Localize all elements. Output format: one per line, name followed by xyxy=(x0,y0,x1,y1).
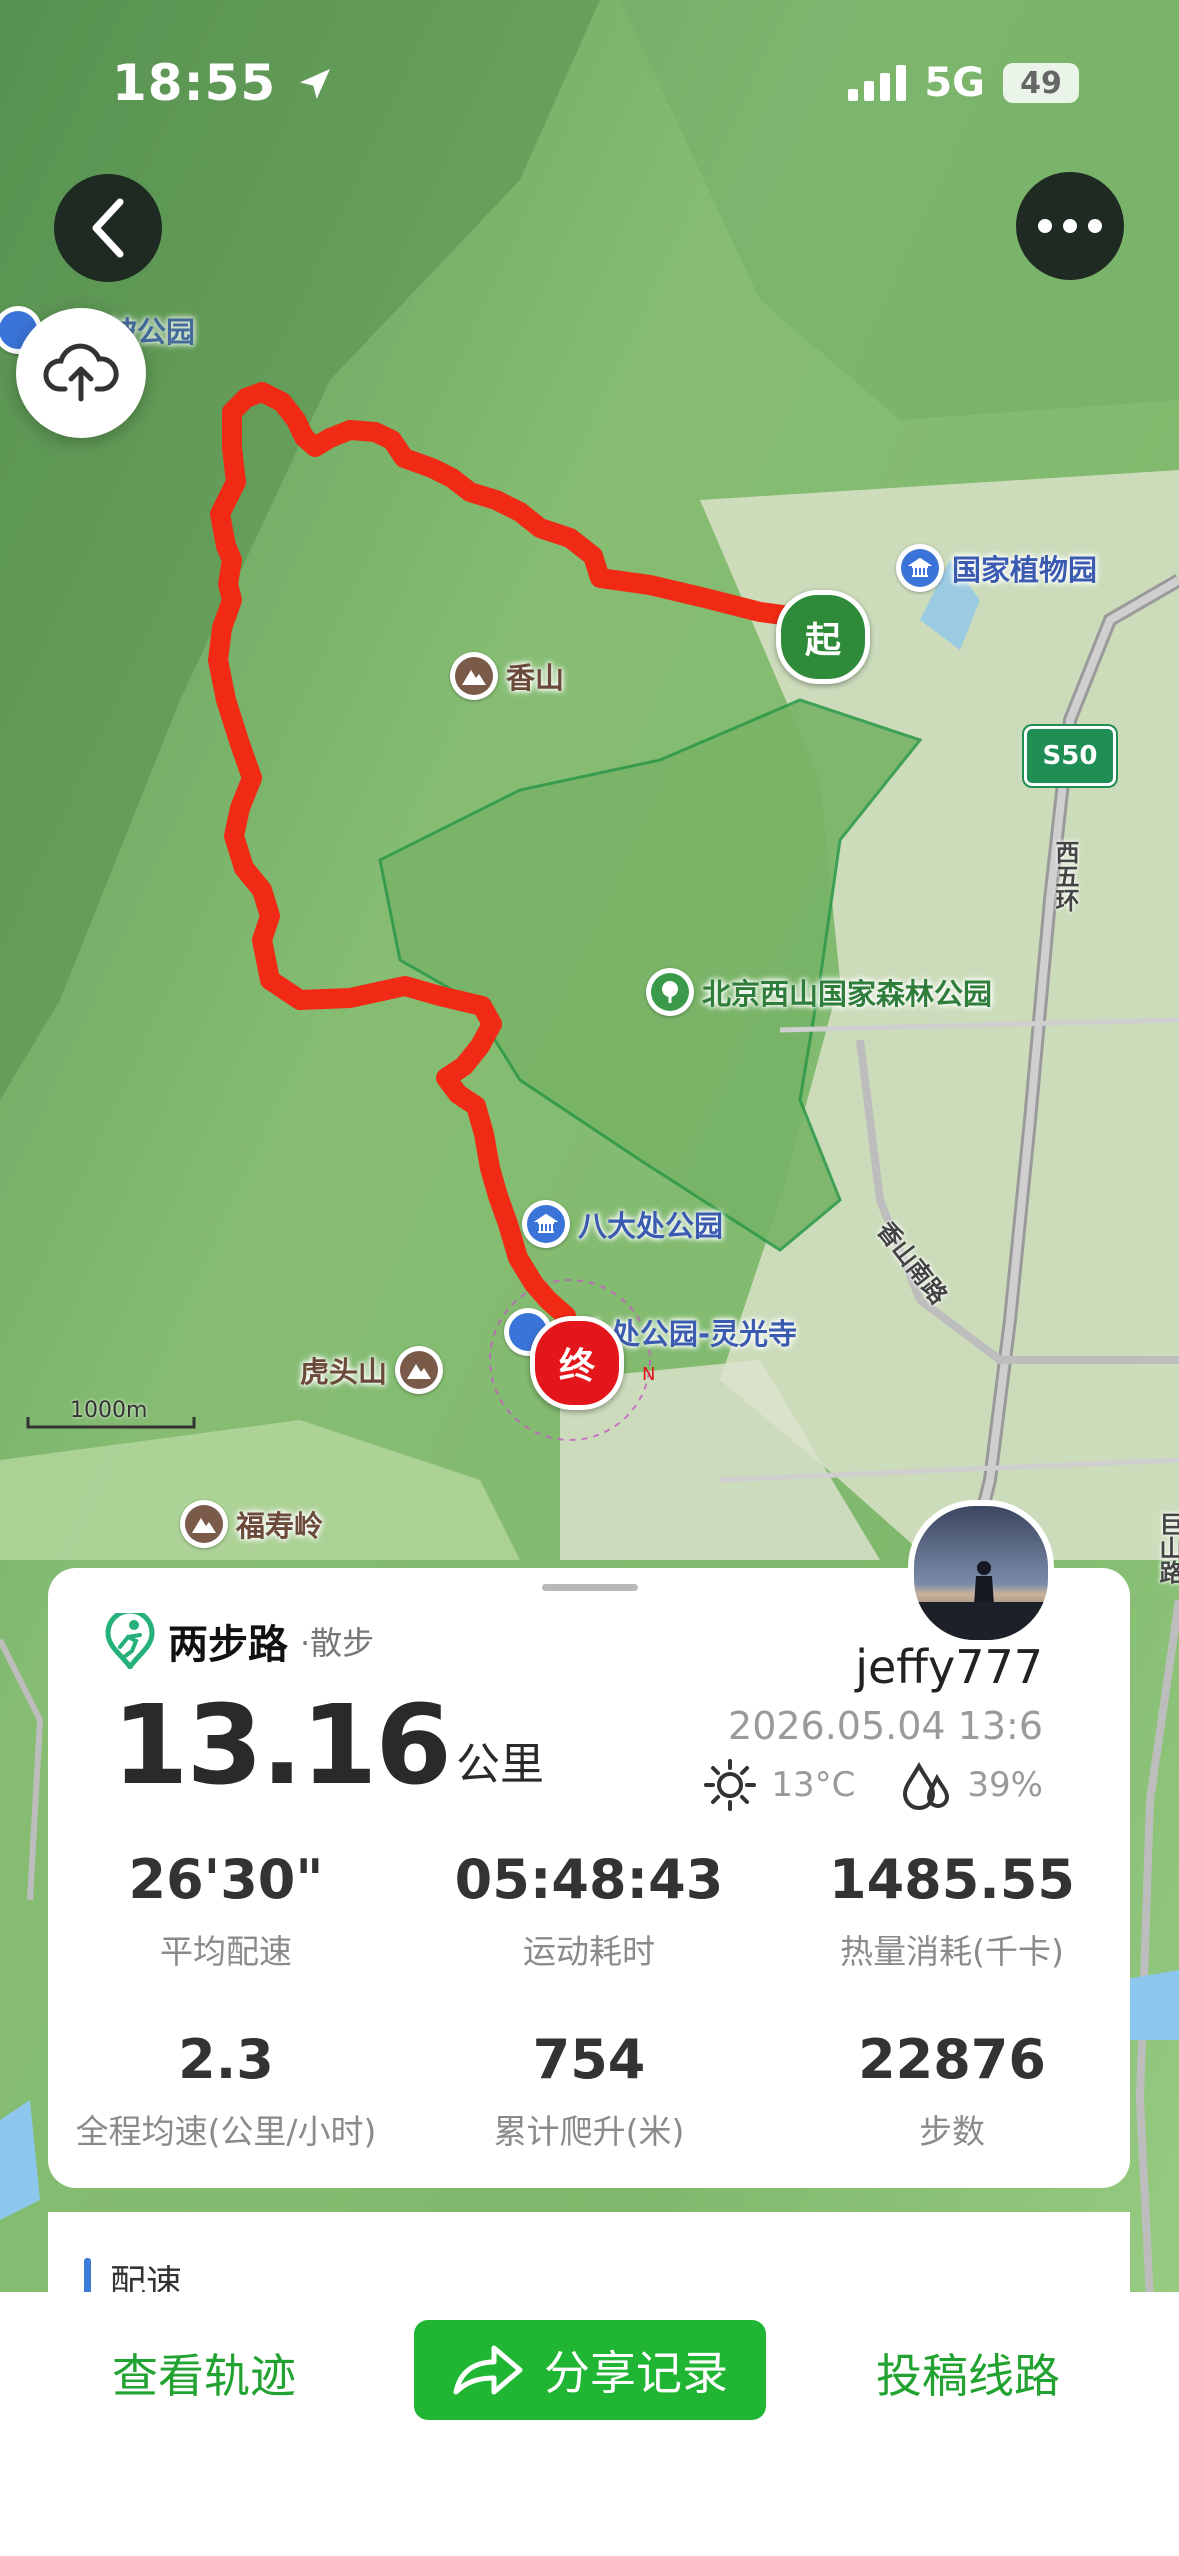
stat-elevation-gain: 754 累计爬升(米) xyxy=(409,2028,769,2153)
road-label-jushan: 巨山路 xyxy=(1155,1512,1179,1584)
stat-value: 1485.55 xyxy=(829,1848,1075,1911)
share-arrow-icon xyxy=(453,2345,523,2395)
username[interactable]: jeffy777 xyxy=(855,1640,1043,1694)
status-time: 18:55 xyxy=(112,54,335,112)
poi-badachu[interactable]: 八大处公园 xyxy=(522,1200,723,1248)
highway-badge: S50 xyxy=(1024,726,1116,786)
poi-label: 福寿岭 xyxy=(236,1509,324,1543)
network-type: 5G xyxy=(924,60,985,106)
poi-hutoushan[interactable]: 虎头山 xyxy=(300,1346,444,1394)
mountain-icon xyxy=(450,652,498,700)
status-bar: 18:55 5G 49 xyxy=(0,0,1179,160)
end-marker[interactable]: 终 xyxy=(530,1316,624,1410)
museum-icon xyxy=(896,544,944,592)
poi-label: 香山 xyxy=(506,661,565,695)
stat-value: 26'30" xyxy=(128,1848,324,1911)
more-dots-icon xyxy=(1038,219,1102,233)
sheet-grabber[interactable] xyxy=(542,1584,638,1591)
stat-label: 运动耗时 xyxy=(523,1932,655,1971)
tree-icon xyxy=(646,968,694,1016)
museum-icon xyxy=(522,1200,570,1248)
poi-fushouling[interactable]: 福寿岭 xyxy=(180,1500,323,1548)
stat-label: 全程均速(公里/小时) xyxy=(75,2112,377,2151)
humidity: 39% xyxy=(967,1765,1043,1805)
stat-value: 2.3 xyxy=(178,2028,274,2091)
poi-xiangshan[interactable]: 香山 xyxy=(450,652,564,700)
view-track-button[interactable]: 查看轨迹 xyxy=(112,2340,296,2406)
poi-forest-park[interactable]: 北京西山国家森林公园 xyxy=(646,968,992,1016)
brand-name: 两步路 xyxy=(168,1622,288,1668)
mountain-icon xyxy=(395,1346,444,1394)
distance-unit: 公里 xyxy=(455,1739,544,1790)
start-marker[interactable]: 起 xyxy=(776,590,870,684)
stat-label: 平均配速 xyxy=(160,1932,292,1971)
stat-calories: 1485.55 热量消耗(千卡) xyxy=(772,1848,1132,1973)
scale-label: 1000m xyxy=(70,1398,148,1423)
stat-label: 累计爬升(米) xyxy=(493,2112,685,2151)
stat-label: 步数 xyxy=(919,2112,985,2151)
road-label-west-5th-ring: 西五环 xyxy=(1051,840,1079,912)
pace-section[interactable] xyxy=(48,2212,1130,2292)
stat-duration: 05:48:43 运动耗时 xyxy=(409,1848,769,1973)
submit-route-button[interactable]: 投稿线路 xyxy=(876,2340,1060,2406)
stat-value: 754 xyxy=(532,2028,646,2091)
share-label: 分享记录 xyxy=(544,2346,728,2400)
avatar[interactable] xyxy=(908,1500,1054,1646)
stat-label: 热量消耗(千卡) xyxy=(840,1932,1064,1971)
more-button[interactable] xyxy=(1016,172,1124,280)
stat-value: 22876 xyxy=(858,2028,1046,2091)
mountain-icon xyxy=(180,1500,228,1548)
poi-label: 虎头山 xyxy=(300,1355,388,1389)
signal-icon xyxy=(848,65,907,101)
brand-header: 两步路 ·散步 xyxy=(104,1612,374,1670)
humidity-icon xyxy=(903,1761,950,1810)
cloud-upload-icon xyxy=(43,343,119,402)
chevron-left-icon xyxy=(92,198,124,258)
share-record-button[interactable]: 分享记录 xyxy=(414,2320,766,2420)
cloud-upload-button[interactable] xyxy=(16,308,146,438)
stat-steps: 22876 步数 xyxy=(772,2028,1132,2153)
poi-label: 八大处公园 xyxy=(578,1209,724,1243)
activity-type: ·散步 xyxy=(300,1624,375,1662)
battery-icon: 49 xyxy=(1003,63,1079,103)
distance-total: 13.16 公里 xyxy=(112,1690,544,1800)
record-datetime: 2026.05.04 13:6 xyxy=(728,1704,1043,1748)
two-step-logo-icon xyxy=(105,1613,155,1669)
weather-info: 13°C 39% xyxy=(703,1758,1043,1812)
distance-value: 13.16 xyxy=(112,1681,452,1809)
svg-text:N: N xyxy=(642,1364,655,1385)
stat-value: 05:48:43 xyxy=(454,1848,724,1911)
poi-label: 国家植物园 xyxy=(952,553,1098,587)
temperature: 13°C xyxy=(771,1765,856,1805)
sun-icon xyxy=(704,1759,757,1811)
stat-avg-pace: 26'30" 平均配速 xyxy=(46,1848,406,1973)
location-arrow-icon xyxy=(299,69,330,99)
stat-avg-speed: 2.3 全程均速(公里/小时) xyxy=(46,2028,406,2153)
poi-botanical-garden[interactable]: 国家植物园 xyxy=(896,544,1097,592)
poi-label: 北京西山国家森林公园 xyxy=(702,977,993,1011)
back-button[interactable] xyxy=(54,174,162,282)
avatar-silhouette-icon xyxy=(914,1561,1048,1640)
